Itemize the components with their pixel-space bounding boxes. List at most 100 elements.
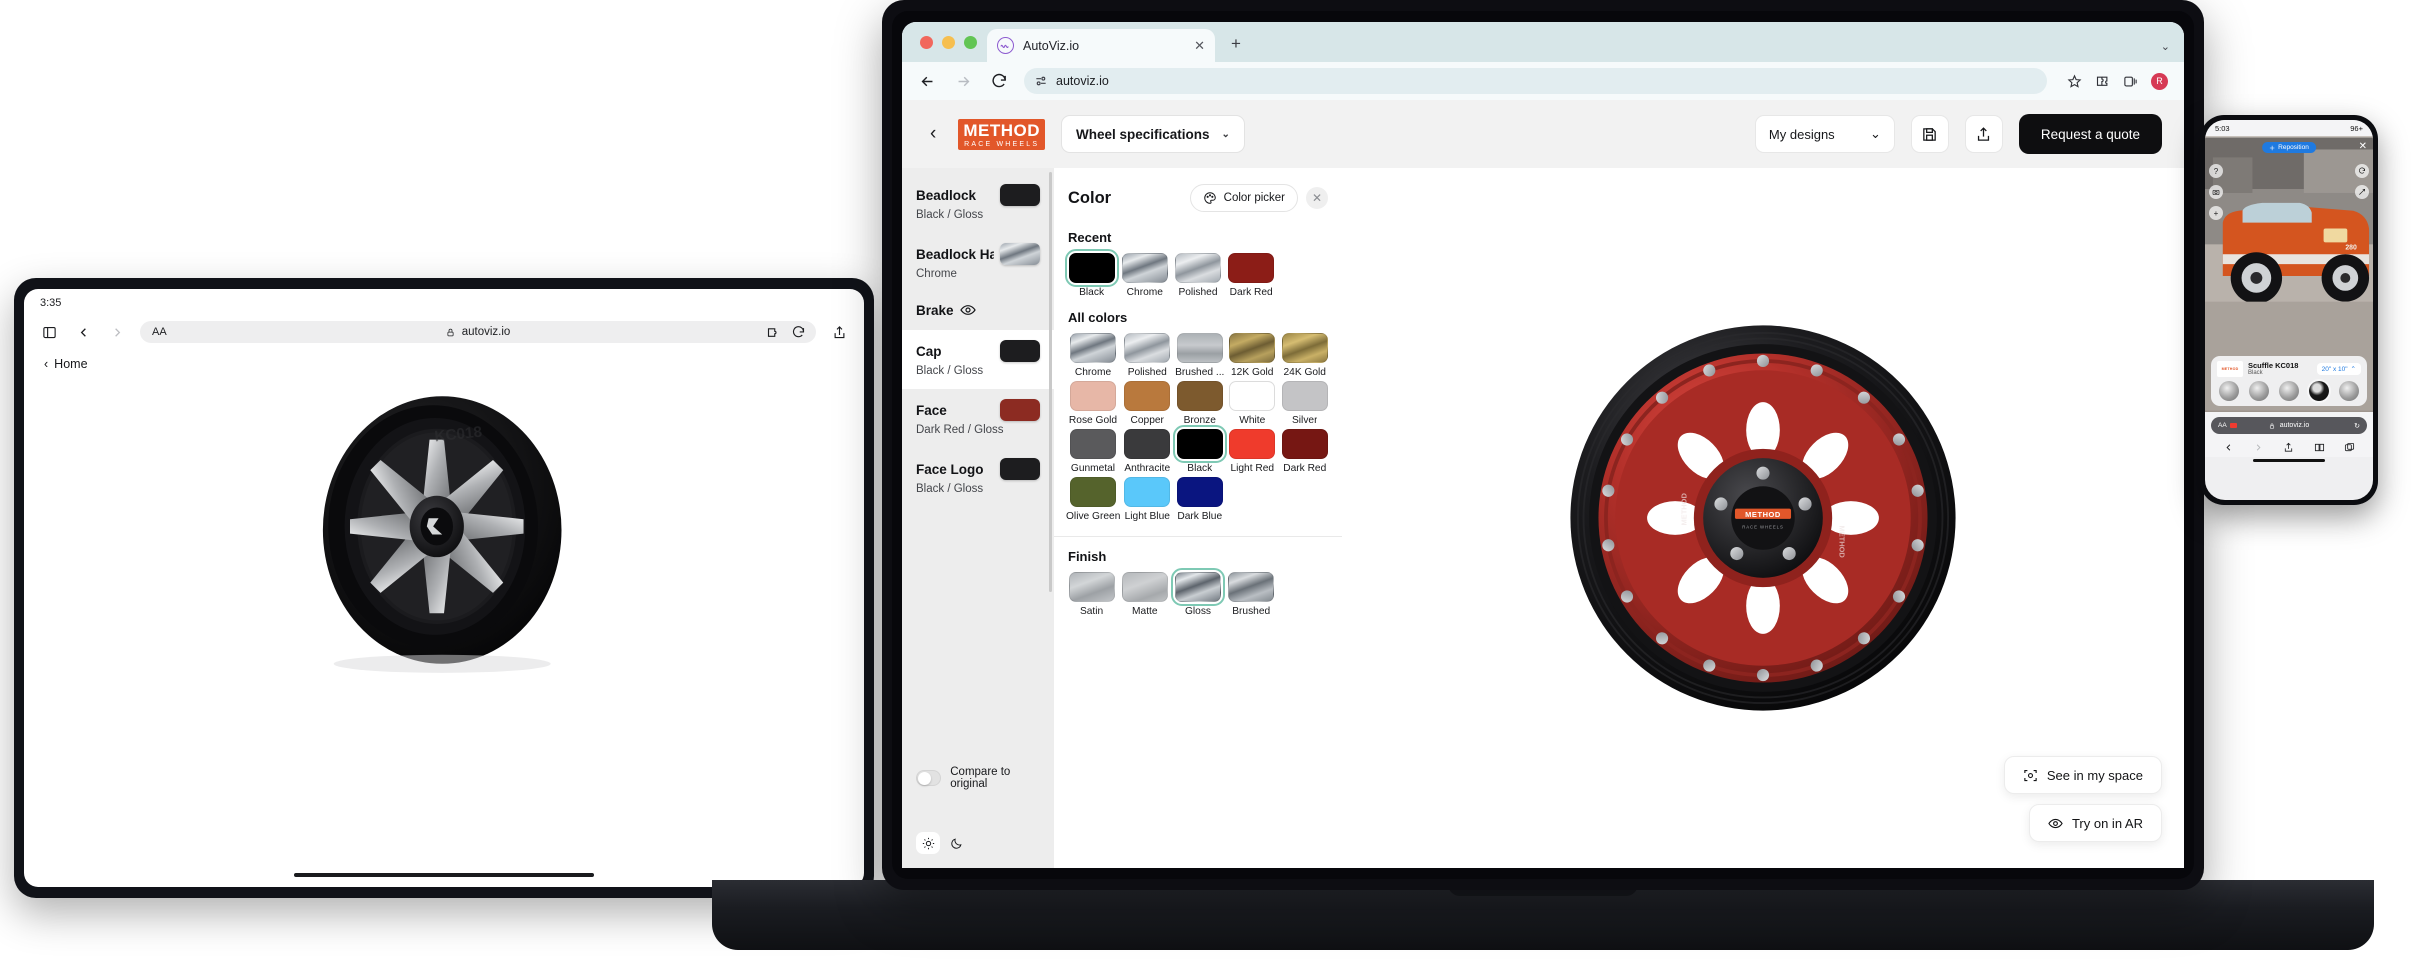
ar-size-dropdown[interactable]: 20" x 10" ⌃ bbox=[2317, 363, 2361, 375]
iphone-aa-group[interactable]: AA bbox=[2218, 422, 2237, 429]
part-item-beadlock[interactable]: Beadlock Black / Gloss bbox=[902, 174, 1054, 233]
share-design-button[interactable] bbox=[1965, 115, 2003, 153]
ar-wheel-option[interactable] bbox=[2279, 381, 2299, 401]
color-swatch-olive-green[interactable]: Olive Green bbox=[1066, 477, 1120, 522]
iphone-bookmarks-icon[interactable] bbox=[2314, 442, 2325, 453]
app-back-button[interactable]: ‹ bbox=[924, 123, 942, 145]
color-swatch-chrome-recent[interactable]: Chrome bbox=[1119, 253, 1170, 298]
ipad-share-icon[interactable] bbox=[828, 321, 850, 343]
reload-icon[interactable] bbox=[791, 325, 806, 340]
color-swatch-silver[interactable]: Silver bbox=[1280, 381, 1331, 426]
color-swatch-dark-red[interactable]: Dark Red bbox=[1280, 429, 1331, 474]
try-on-in-ar-button[interactable]: Try on in AR bbox=[2029, 804, 2162, 842]
browser-forward-icon[interactable] bbox=[952, 70, 974, 92]
see-in-my-space-button[interactable]: See in my space bbox=[2004, 756, 2162, 794]
finish-swatch-gloss[interactable]: Gloss bbox=[1172, 572, 1223, 617]
maximize-window-button[interactable] bbox=[964, 36, 977, 49]
finish-swatch-brushed[interactable]: Brushed bbox=[1226, 572, 1277, 617]
window-controls[interactable] bbox=[916, 22, 987, 62]
profile-avatar[interactable]: R bbox=[2151, 73, 2168, 90]
color-swatch-dark-red-recent[interactable]: Dark Red bbox=[1226, 253, 1277, 298]
part-swatch[interactable] bbox=[1000, 184, 1040, 206]
color-swatch-copper[interactable]: Copper bbox=[1122, 381, 1173, 426]
finish-swatch-satin[interactable]: Satin bbox=[1066, 572, 1117, 617]
new-tab-button[interactable]: + bbox=[1231, 34, 1241, 54]
finish-swatch-matte[interactable]: Matte bbox=[1119, 572, 1170, 617]
extension-icon[interactable] bbox=[766, 325, 781, 340]
iphone-back-icon[interactable] bbox=[2223, 442, 2234, 453]
request-a-quote-button[interactable]: Request a quote bbox=[2019, 114, 2162, 154]
color-swatch-black-recent[interactable]: Black bbox=[1066, 253, 1117, 298]
color-swatch-dark-blue[interactable]: Dark Blue bbox=[1175, 477, 1226, 522]
color-swatch-black[interactable]: Black bbox=[1175, 429, 1226, 474]
ar-wheel-option[interactable] bbox=[2339, 381, 2359, 401]
ar-camera-view[interactable]: 280 Reposition ✕ bbox=[2205, 136, 2373, 412]
color-swatch-light-blue[interactable]: Light Blue bbox=[1122, 477, 1173, 522]
color-swatch-12k-gold[interactable]: 12K Gold bbox=[1227, 333, 1278, 378]
part-item-cap[interactable]: Cap Black / Gloss bbox=[902, 330, 1054, 389]
site-settings-icon[interactable] bbox=[1034, 74, 1048, 88]
browser-back-icon[interactable] bbox=[916, 70, 938, 92]
part-swatch[interactable] bbox=[1000, 458, 1040, 480]
browser-tab-autoviz[interactable]: AutoViz.io ✕ bbox=[987, 29, 1215, 62]
part-swatch[interactable] bbox=[1000, 243, 1040, 265]
color-swatch-polished-recent[interactable]: Polished bbox=[1172, 253, 1223, 298]
light-theme-button[interactable] bbox=[916, 832, 940, 854]
extensions-puzzle-icon[interactable] bbox=[2095, 74, 2110, 89]
part-item-face-logo[interactable]: Face Logo Black / Gloss bbox=[902, 448, 1054, 507]
part-item-brake[interactable]: Brake bbox=[902, 292, 1054, 330]
rotate-icon[interactable] bbox=[2355, 164, 2369, 178]
color-swatch-brushed[interactable]: Brushed ... bbox=[1175, 333, 1226, 378]
bookmark-star-icon[interactable] bbox=[2067, 74, 2082, 89]
color-swatch-gunmetal[interactable]: Gunmetal bbox=[1066, 429, 1120, 474]
part-swatch[interactable] bbox=[1000, 399, 1040, 421]
iphone-forward-icon[interactable] bbox=[2253, 442, 2264, 453]
add-icon[interactable]: + bbox=[2209, 206, 2223, 220]
color-swatch-anthracite[interactable]: Anthracite bbox=[1122, 429, 1173, 474]
resize-icon[interactable] bbox=[2355, 185, 2369, 199]
color-panel-close-icon[interactable]: ✕ bbox=[1306, 187, 1328, 209]
browser-address-bar[interactable]: autoviz.io bbox=[1024, 68, 2047, 94]
compare-toggle[interactable] bbox=[916, 770, 941, 786]
color-swatch-24k-gold[interactable]: 24K Gold bbox=[1280, 333, 1331, 378]
part-item-face[interactable]: Face Dark Red / Gloss bbox=[902, 389, 1054, 448]
close-window-button[interactable] bbox=[920, 36, 933, 49]
reposition-button[interactable]: Reposition bbox=[2262, 142, 2316, 153]
my-designs-dropdown[interactable]: My designs ⌄ bbox=[1755, 115, 1895, 153]
minimize-window-button[interactable] bbox=[942, 36, 955, 49]
ar-wheel-option[interactable] bbox=[2249, 381, 2269, 401]
color-swatch-rose-gold[interactable]: Rose Gold bbox=[1066, 381, 1120, 426]
ipad-aa-label[interactable]: AA bbox=[152, 326, 167, 338]
iphone-address-bar[interactable]: AA autoviz.io ↻ bbox=[2211, 417, 2367, 434]
ar-wheel-option-selected[interactable] bbox=[2309, 381, 2329, 401]
browser-reload-icon[interactable] bbox=[988, 70, 1010, 92]
iphone-reload-icon[interactable]: ↻ bbox=[2354, 422, 2360, 430]
color-swatch-light-red[interactable]: Light Red bbox=[1227, 429, 1278, 474]
parts-scrollbar[interactable] bbox=[1049, 172, 1052, 592]
wheel-specifications-dropdown[interactable]: Wheel specifications ⌄ bbox=[1061, 115, 1245, 153]
iphone-tabs-icon[interactable] bbox=[2344, 442, 2355, 453]
color-swatch-chrome[interactable]: Chrome bbox=[1066, 333, 1120, 378]
ipad-back-icon[interactable] bbox=[72, 321, 94, 343]
color-swatch-white[interactable]: White bbox=[1227, 381, 1278, 426]
dark-theme-button[interactable] bbox=[944, 832, 968, 854]
tab-groups-icon[interactable] bbox=[2123, 74, 2138, 89]
sidebar-toggle-icon[interactable] bbox=[38, 321, 60, 343]
ar-close-icon[interactable]: ✕ bbox=[2359, 141, 2367, 152]
wheel-viewer[interactable]: METHOD RACE WHEELS METHOD METHOD See in … bbox=[1342, 168, 2184, 868]
color-swatch-polished[interactable]: Polished bbox=[1122, 333, 1173, 378]
compare-to-original-row[interactable]: Compare to original bbox=[902, 752, 1054, 804]
ipad-forward-icon[interactable] bbox=[106, 321, 128, 343]
visibility-eye-icon[interactable] bbox=[960, 302, 976, 318]
tab-list-chevron-down-icon[interactable]: ⌄ bbox=[2161, 40, 2170, 53]
help-icon[interactable]: ? bbox=[2209, 164, 2223, 178]
part-item-beadlock-hardware[interactable]: Beadlock Hardware Chrome bbox=[902, 233, 1054, 292]
color-picker-button[interactable]: Color picker bbox=[1190, 184, 1298, 212]
color-swatch-bronze[interactable]: Bronze bbox=[1175, 381, 1226, 426]
tab-close-icon[interactable]: ✕ bbox=[1194, 39, 1205, 52]
camera-icon[interactable] bbox=[2209, 185, 2223, 199]
ipad-address-bar[interactable]: AA autoviz.io bbox=[140, 321, 816, 343]
part-swatch[interactable] bbox=[1000, 340, 1040, 362]
ar-wheel-option[interactable] bbox=[2219, 381, 2239, 401]
iphone-share-icon[interactable] bbox=[2283, 442, 2294, 453]
